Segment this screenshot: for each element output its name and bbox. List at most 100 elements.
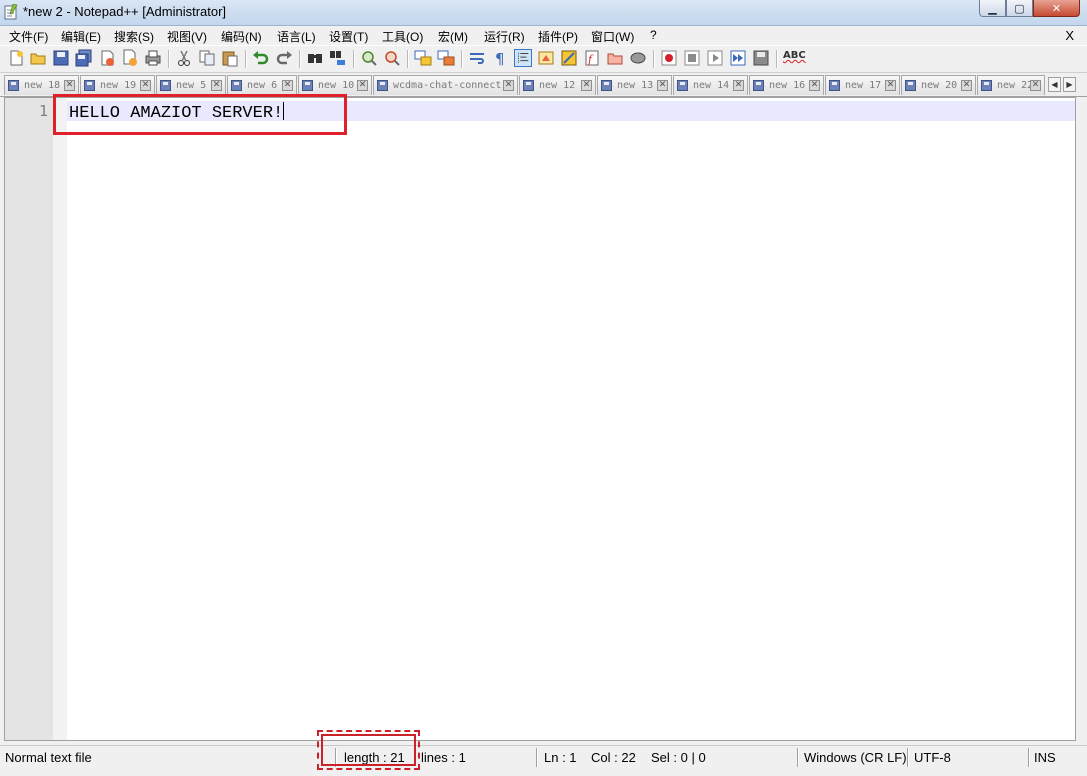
text-editor[interactable]: 1 HELLO AMAZIOT SERVER! <box>4 97 1076 741</box>
status-lines: lines : 1 <box>421 750 466 765</box>
status-bar: Normal text file length : 21 lines : 1 L… <box>0 745 1087 769</box>
fold-margin[interactable] <box>53 98 67 740</box>
tab-close-icon[interactable]: ✕ <box>357 80 368 91</box>
menu-view[interactable]: 视图(V) <box>167 28 207 45</box>
menu-run[interactable]: 运行(R) <box>484 28 525 45</box>
play-macro-icon[interactable] <box>706 49 724 67</box>
menu-edit[interactable]: 编辑(E) <box>61 28 101 45</box>
tab-new-16[interactable]: new 16 ✕ <box>749 75 824 95</box>
tab-close-icon[interactable]: ✕ <box>1030 80 1041 91</box>
save-icon[interactable] <box>52 49 70 67</box>
close-icon: ✕ <box>1051 1 1062 15</box>
menu-help[interactable]: ? <box>650 28 657 42</box>
menu-encoding[interactable]: 编码(N) <box>221 28 262 45</box>
tab-close-icon[interactable]: ✕ <box>657 80 668 91</box>
menu-language[interactable]: 语言(L) <box>277 28 316 45</box>
function-list-icon[interactable]: f <box>583 49 601 67</box>
tab-new-13[interactable]: new 13 ✕ <box>597 75 672 95</box>
run-macro-multiple-icon[interactable] <box>729 49 747 67</box>
paste-icon[interactable] <box>221 49 239 67</box>
toolbar-separator <box>299 50 301 68</box>
zoom-out-icon[interactable] <box>383 49 401 67</box>
tab-new-12[interactable]: new 12 ✕ <box>519 75 596 95</box>
user-define-icon[interactable] <box>537 49 555 67</box>
tab-scroll-left-icon[interactable]: ◀ <box>1048 77 1061 92</box>
tab-label: new 6 <box>247 80 278 91</box>
tab-close-icon[interactable]: ✕ <box>885 80 896 91</box>
tab-close-icon[interactable]: ✕ <box>282 80 293 91</box>
toolbar: ¶ f ABC <box>0 45 1087 73</box>
tab-new-17[interactable]: new 17 ✕ <box>825 75 900 95</box>
toolbar-separator <box>776 50 778 68</box>
menu-file[interactable]: 文件(F) <box>9 28 48 45</box>
replace-icon[interactable] <box>329 49 347 67</box>
tab-new-20[interactable]: new 20 ✕ <box>901 75 976 95</box>
tab-wcdma-chat-connect[interactable]: wcdma-chat-connect ✕ <box>373 75 518 95</box>
print-icon[interactable] <box>144 49 162 67</box>
menu-tools[interactable]: 工具(O) <box>382 28 423 45</box>
folder-workspace-icon[interactable] <box>606 49 624 67</box>
tab-close-icon[interactable]: ✕ <box>809 80 820 91</box>
sync-horizontal-icon[interactable] <box>437 49 455 67</box>
close-window-button[interactable]: ✕ <box>1033 0 1080 17</box>
save-all-icon[interactable] <box>75 49 93 67</box>
window-title: *new 2 - Notepad++ [Administrator] <box>23 4 227 19</box>
notepad-app-icon[interactable] <box>4 4 18 20</box>
redo-icon[interactable] <box>275 49 293 67</box>
svg-text:¶: ¶ <box>495 50 505 67</box>
saved-file-icon <box>160 80 171 91</box>
tab-new-10[interactable]: new 10 ✕ <box>298 75 372 95</box>
close-all-icon[interactable] <box>121 49 139 67</box>
monitor-icon[interactable] <box>629 49 647 67</box>
tab-new-5[interactable]: new 5 ✕ <box>156 75 226 95</box>
find-icon[interactable] <box>306 49 324 67</box>
new-file-icon[interactable] <box>7 49 25 67</box>
tab-close-icon[interactable]: ✕ <box>64 80 75 91</box>
tab-new-18[interactable]: new 18 ✕ <box>4 75 79 95</box>
word-wrap-icon[interactable] <box>468 49 486 67</box>
minimize-button[interactable]: ▁ <box>979 0 1006 17</box>
status-col: Col : 22 <box>591 750 636 765</box>
tab-close-icon[interactable]: ✕ <box>733 80 744 91</box>
vertical-scrollbar[interactable] <box>1076 97 1084 741</box>
toolbar-separator <box>653 50 655 68</box>
undo-icon[interactable] <box>252 49 270 67</box>
tab-label: wcdma-chat-connect <box>393 80 502 91</box>
tab-scroll-right-icon[interactable]: ▶ <box>1063 77 1076 92</box>
save-macro-icon[interactable] <box>752 49 770 67</box>
tab-close-icon[interactable]: ✕ <box>140 80 151 91</box>
tab-new-22[interactable]: new 22 ✕ <box>977 75 1045 95</box>
menu-bar: 文件(F) 编辑(E) 搜索(S) 视图(V) 编码(N) 语言(L) 设置(T… <box>0 26 1087 45</box>
menu-search[interactable]: 搜索(S) <box>114 28 154 45</box>
cut-icon[interactable] <box>175 49 193 67</box>
maximize-button[interactable]: ▢ <box>1006 0 1033 17</box>
doc-map-icon[interactable] <box>560 49 578 67</box>
show-all-chars-icon[interactable]: ¶ <box>491 49 509 67</box>
indent-guide-icon[interactable] <box>514 49 532 67</box>
tab-new-19[interactable]: new 19 ✕ <box>80 75 155 95</box>
tab-new-6[interactable]: new 6 ✕ <box>227 75 297 95</box>
tab-new-14[interactable]: new 14 ✕ <box>673 75 748 95</box>
sync-vertical-icon[interactable] <box>414 49 432 67</box>
copy-icon[interactable] <box>198 49 216 67</box>
menu-macro[interactable]: 宏(M) <box>438 28 468 45</box>
toolbar-separator <box>245 50 247 68</box>
toolbar-separator <box>353 50 355 68</box>
tab-close-icon[interactable]: ✕ <box>961 80 972 91</box>
menu-window[interactable]: 窗口(W) <box>591 28 634 45</box>
close-icon[interactable] <box>98 49 116 67</box>
menu-settings[interactable]: 设置(T) <box>329 28 368 45</box>
spell-check-icon[interactable]: ABC <box>783 49 806 67</box>
status-eol: Windows (CR LF) <box>804 750 907 765</box>
tab-label: new 20 <box>921 80 958 91</box>
tab-close-icon[interactable]: ✕ <box>503 80 514 91</box>
tab-close-icon[interactable]: ✕ <box>581 80 592 91</box>
open-file-icon[interactable] <box>29 49 47 67</box>
zoom-in-icon[interactable] <box>360 49 378 67</box>
saved-file-icon <box>302 80 313 91</box>
menu-plugins[interactable]: 插件(P) <box>538 28 578 45</box>
stop-record-icon[interactable] <box>683 49 701 67</box>
record-macro-icon[interactable] <box>660 49 678 67</box>
close-document-button[interactable]: X <box>1065 28 1074 43</box>
tab-close-icon[interactable]: ✕ <box>211 80 222 91</box>
